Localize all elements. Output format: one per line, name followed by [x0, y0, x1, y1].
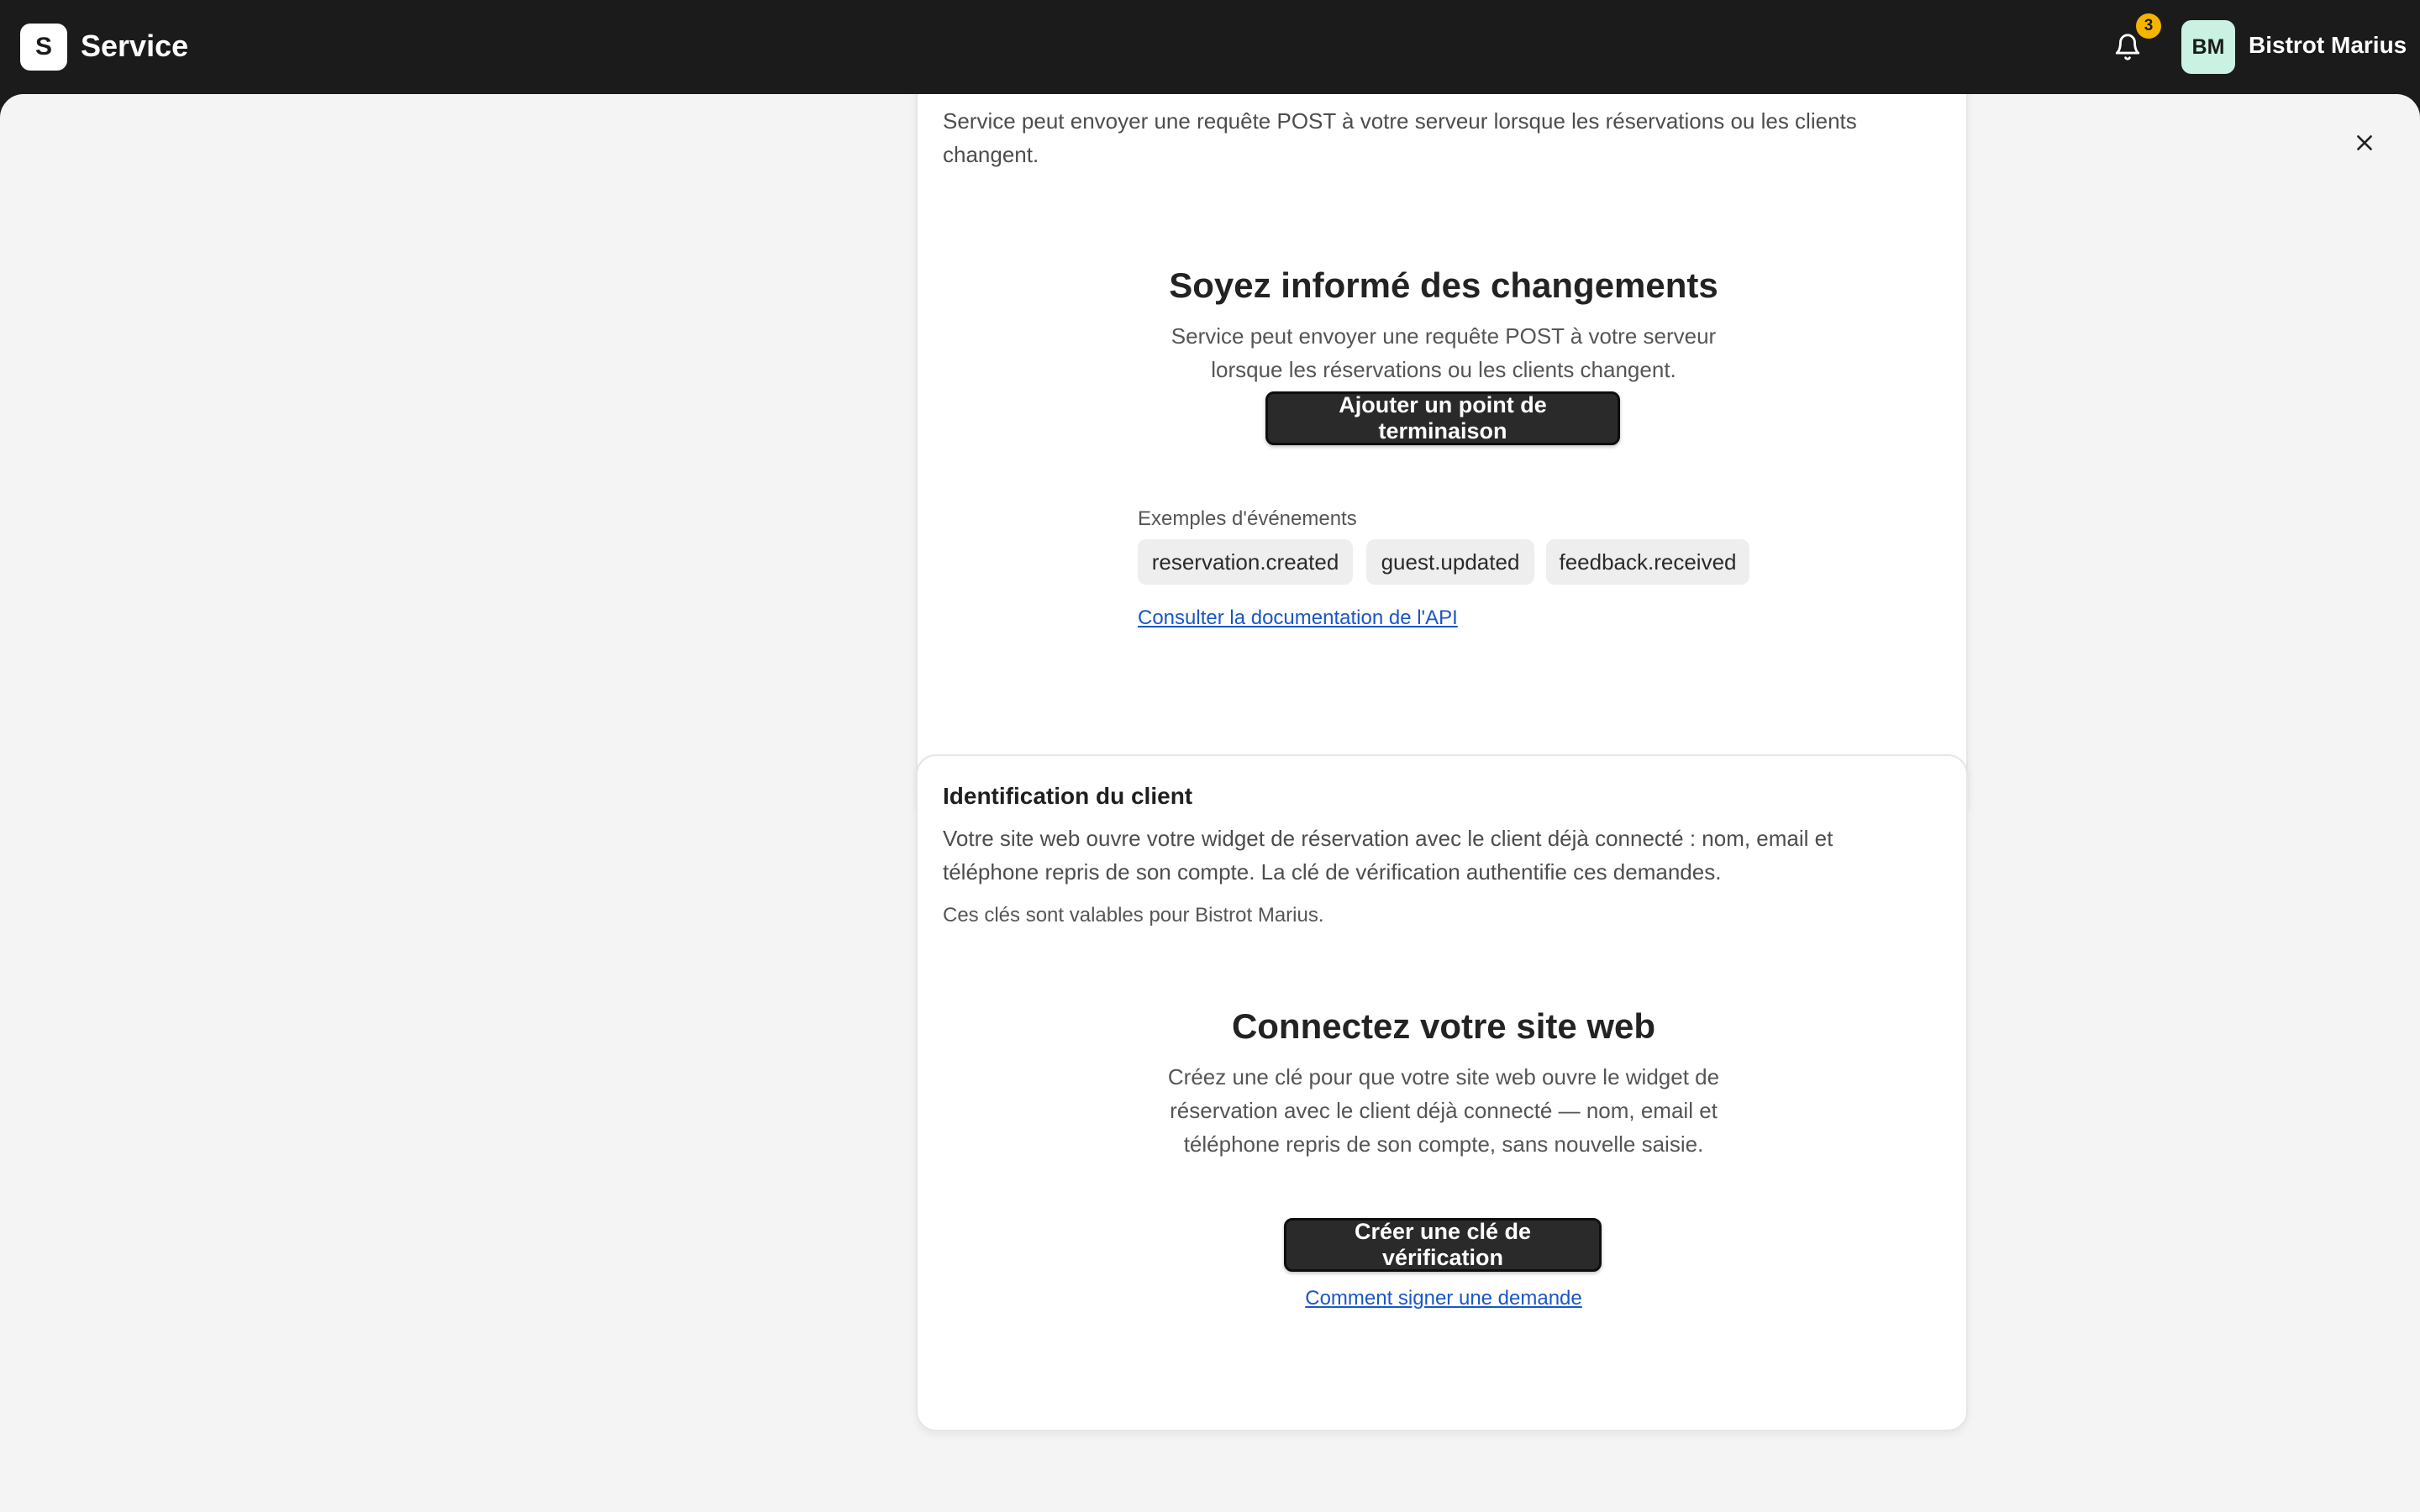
webhooks-empty-desc: Service peut envoyer une requête POST à … — [1171, 323, 1717, 382]
section-title: Identification du client — [943, 783, 1193, 809]
webhooks-empty-desc-wrap: Service peut envoyer une requête POST à … — [918, 319, 1970, 386]
connect-empty-title-text: Connectez votre site web — [1231, 1006, 1656, 1046]
api-docs-link[interactable]: Consulter la documentation de l'API — [1138, 606, 1458, 630]
events-examples-label: Exemples d'événements — [1138, 507, 1357, 530]
connect-empty-desc: Créez une clé pour que votre site web ou… — [1167, 1064, 1720, 1157]
webhooks-empty-title: Soyez informé des changements — [918, 265, 1970, 306]
create-verification-key-button[interactable]: Créer une clé de vérification — [1284, 1218, 1602, 1272]
customer-identification-card: Identification du client Votre site web … — [916, 754, 1968, 1431]
event-chip: guest.updated — [1366, 539, 1534, 585]
webhooks-intro: Service peut envoyer une requête POST à … — [943, 108, 1857, 167]
bell-icon — [2115, 34, 2140, 60]
event-chip: reservation.created — [1138, 539, 1353, 585]
connect-empty-desc-wrap: Créez une clé pour que votre site web ou… — [918, 1060, 1970, 1161]
close-button[interactable] — [2346, 124, 2383, 161]
webhooks-empty-title-text: Soyez informé des changements — [1169, 265, 1718, 305]
sign-link-wrap: Comment signer une demande — [918, 1287, 1970, 1310]
event-chip: feedback.received — [1546, 539, 1749, 585]
top-bar: S Service 3 BM Bistrot Marius — [0, 0, 2420, 94]
connect-empty-title: Connectez votre site web — [918, 1006, 1970, 1047]
section-description: Votre site web ouvre votre widget de rés… — [943, 826, 1833, 885]
keys-scope-note: Ces clés sont valables pour Bistrot Mari… — [943, 904, 1324, 927]
settings-sheet: Service peut envoyer une requête POST à … — [0, 94, 2420, 1512]
avatar[interactable]: BM — [2181, 20, 2235, 74]
add-endpoint-button[interactable]: Ajouter un point de terminaison — [1265, 391, 1620, 445]
notification-count-badge: 3 — [2136, 13, 2161, 39]
organization-name[interactable]: Bistrot Marius — [2249, 32, 2407, 59]
app-name: Service — [81, 29, 189, 63]
close-icon — [2357, 135, 2372, 150]
app-logo[interactable]: S — [20, 24, 67, 71]
sign-request-link[interactable]: Comment signer une demande — [1305, 1287, 1582, 1310]
webhooks-card: Service peut envoyer une requête POST à … — [916, 94, 1968, 818]
